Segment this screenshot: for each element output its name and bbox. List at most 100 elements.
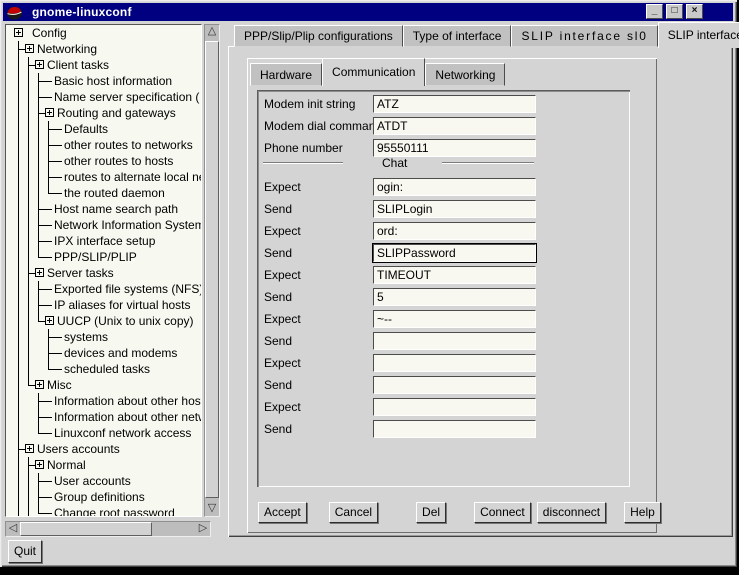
field-send[interactable] — [373, 420, 536, 438]
tab-hardware[interactable]: Hardware — [250, 63, 322, 86]
field-expect[interactable] — [373, 310, 536, 328]
del-button[interactable]: Del — [416, 502, 446, 523]
tree-item-name-server-specification[interactable]: Name server specification ( — [6, 89, 201, 105]
field-send[interactable] — [373, 288, 536, 306]
tab-slip-interface-sl0[interactable]: SLIP interface sl0 — [658, 22, 739, 48]
tree-horizontal-scrollbar[interactable]: ◁ ▷ — [5, 521, 211, 537]
expand-plus-icon[interactable] — [35, 60, 44, 69]
tree-line — [38, 121, 39, 137]
tree-line — [48, 161, 62, 162]
tree-item-normal[interactable]: Normal — [6, 457, 201, 473]
chat-separator: Chat — [257, 156, 630, 170]
tree-item-scheduled-tasks[interactable]: scheduled tasks — [6, 361, 201, 377]
tree-item-config[interactable]: Config — [6, 25, 201, 41]
tree-item-routes-to-alternate-local-ne[interactable]: routes to alternate local ne — [6, 169, 201, 185]
tree-item-routing-and-gateways[interactable]: Routing and gateways — [6, 105, 201, 121]
tab-type-of-interface[interactable]: Type of interface — [403, 25, 512, 47]
scroll-right-icon[interactable]: ▷ — [196, 522, 210, 536]
expand-plus-icon[interactable] — [14, 28, 23, 37]
tree-item-users-accounts[interactable]: Users accounts — [6, 441, 201, 457]
maximize-button[interactable]: □ — [666, 4, 683, 19]
tree-line — [18, 473, 19, 489]
tree-item-ipx-interface-setup[interactable]: IPX interface setup — [6, 233, 201, 249]
tree-item-other-routes-to-hosts[interactable]: other routes to hosts — [6, 153, 201, 169]
tree-line — [48, 369, 62, 370]
tree-vertical-scrollbar[interactable]: △ ▽ — [204, 24, 220, 517]
expand-plus-icon[interactable] — [35, 380, 44, 389]
quit-button[interactable]: Quit — [8, 540, 42, 563]
tree-line — [38, 209, 52, 210]
expand-plus-icon[interactable] — [45, 316, 54, 325]
tree-item-user-accounts[interactable]: User accounts — [6, 473, 201, 489]
tree-item-label: Users accounts — [37, 442, 120, 456]
titlebar[interactable]: gnome-linuxconf _ □ × — [3, 3, 733, 21]
tree-item-ppp-slip-plip[interactable]: PPP/SLIP/PLIP — [6, 249, 201, 265]
tree-line — [28, 465, 35, 466]
tree-line — [28, 361, 29, 377]
field-send[interactable] — [373, 200, 536, 218]
tree-item-group-definitions[interactable]: Group definitions — [6, 489, 201, 505]
tree-item-devices-and-modems[interactable]: devices and modems — [6, 345, 201, 361]
tree-line — [18, 329, 19, 345]
tree-item-exported-file-systems-nfs[interactable]: Exported file systems (NFS) — [6, 281, 201, 297]
help-button[interactable]: Help — [624, 502, 661, 523]
field-phone-number[interactable] — [373, 139, 536, 157]
connect-button[interactable]: Connect — [474, 502, 531, 523]
expand-plus-icon[interactable] — [45, 108, 54, 117]
scroll-left-icon[interactable]: ◁ — [6, 522, 20, 536]
field-expect[interactable] — [373, 266, 536, 284]
field-send[interactable] — [373, 244, 536, 262]
tree-item-misc[interactable]: Misc — [6, 377, 201, 393]
expand-plus-icon[interactable] — [25, 444, 34, 453]
field-send[interactable] — [373, 332, 536, 350]
tree-item-ip-aliases-for-virtual-hosts[interactable]: IP aliases for virtual hosts — [6, 297, 201, 313]
tree-item-uucp-unix-to-unix-copy[interactable]: UUCP (Unix to unix copy) — [6, 313, 201, 329]
tree-line — [18, 169, 19, 185]
horizontal-scroll-thumb[interactable] — [20, 522, 152, 536]
field-modem-dial-command[interactable] — [373, 117, 536, 135]
field-modem-init-string[interactable] — [373, 95, 536, 113]
field-expect[interactable] — [373, 178, 536, 196]
tree-item-network-information-system[interactable]: Network Information System — [6, 217, 201, 233]
vertical-scroll-thumb[interactable] — [205, 41, 219, 498]
expand-plus-icon[interactable] — [25, 44, 34, 53]
form-row: Send — [257, 288, 630, 306]
field-send[interactable] — [373, 376, 536, 394]
disconnect-button[interactable]: disconnect — [537, 502, 606, 523]
tree-item-change-root-password[interactable]: Change root password — [6, 505, 201, 517]
tree-item-defaults[interactable]: Defaults — [6, 121, 201, 137]
tree-item-server-tasks[interactable]: Server tasks — [6, 265, 201, 281]
scroll-up-icon[interactable]: △ — [205, 25, 219, 39]
minimize-button[interactable]: _ — [646, 4, 663, 19]
close-button[interactable]: × — [686, 4, 703, 19]
expand-plus-icon[interactable] — [35, 460, 44, 469]
tree-item-networking[interactable]: Networking — [6, 41, 201, 57]
form-row: Send — [257, 200, 630, 218]
config-tree[interactable]: ConfigNetworkingClient tasksBasic host i… — [5, 24, 202, 517]
tree-item-the-routed-daemon[interactable]: the routed daemon — [6, 185, 201, 201]
tab-ppp-slip-plip-configurations[interactable]: PPP/Slip/Plip configurations — [234, 25, 403, 47]
tab-networking[interactable]: Networking — [425, 63, 505, 86]
field-expect[interactable] — [373, 354, 536, 372]
tree-line — [18, 49, 25, 50]
tree-item-information-about-other-netw[interactable]: Information about other netw — [6, 409, 201, 425]
cancel-button[interactable]: Cancel — [329, 502, 378, 523]
tree-line — [38, 425, 39, 433]
scroll-down-icon[interactable]: ▽ — [205, 502, 219, 516]
tree-item-client-tasks[interactable]: Client tasks — [6, 57, 201, 73]
tab-communication[interactable]: Communication — [322, 58, 425, 86]
tree-item-linuxconf-network-access[interactable]: Linuxconf network access — [6, 425, 201, 441]
expand-plus-icon[interactable] — [35, 268, 44, 277]
tree-item-label: Server tasks — [47, 266, 114, 280]
tree-line — [48, 177, 62, 178]
field-expect[interactable] — [373, 222, 536, 240]
tree-item-systems[interactable]: systems — [6, 329, 201, 345]
tree-item-label: scheduled tasks — [64, 362, 150, 376]
field-expect[interactable] — [373, 398, 536, 416]
accept-button[interactable]: Accept — [258, 502, 307, 523]
tree-item-basic-host-information[interactable]: Basic host information — [6, 73, 201, 89]
tree-item-other-routes-to-networks[interactable]: other routes to networks — [6, 137, 201, 153]
tree-item-information-about-other-host[interactable]: Information about other host — [6, 393, 201, 409]
tab-slip-interface-sl0[interactable]: SLIP interface sl0 — [511, 25, 657, 47]
tree-item-host-name-search-path[interactable]: Host name search path — [6, 201, 201, 217]
